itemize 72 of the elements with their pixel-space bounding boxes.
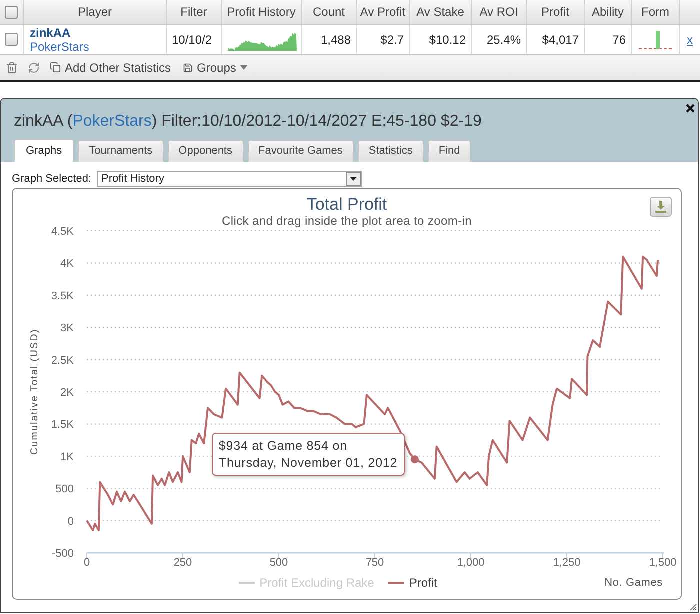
x-tick-label: 1,250 [553,557,581,569]
player-link[interactable]: zinkAA [30,26,71,40]
x-tick-label: 0 [84,557,90,569]
refresh-icon [28,62,40,74]
column-header[interactable]: Av Profit [360,3,406,21]
table-cell-text: $2.7 [380,32,404,48]
y-tick-label: -500 [52,548,74,560]
chart-title: Total Profit [306,195,388,215]
close-icon[interactable] [686,104,695,113]
column-header[interactable]: Count [312,3,346,21]
trash-icon [6,62,18,74]
caret-icon [240,65,248,70]
refresh-button[interactable] [28,62,40,74]
table-cell-text: $4,017 [542,32,579,48]
tab[interactable]: Opponents [168,140,244,162]
y-tick-label: 2K [60,387,74,399]
tooltip: $934 at Game 854 on Thursday, November 01, 2012 [212,432,405,476]
remove-link[interactable]: x [687,30,693,48]
x-tick-label: 1,500 [649,557,677,569]
y-tick-label: 0 [68,516,74,528]
chart-subtitle: Click and drag inside the plot area to zoom-in [222,215,472,227]
x-tick-label: 500 [270,557,288,569]
y-tick-label: 1K [60,451,74,464]
table-cell-text: 76 [612,32,626,48]
checkbox[interactable] [5,33,18,46]
column-header[interactable]: Form [642,3,670,21]
x-tick-label: 250 [174,557,192,569]
y-tick-label: 3.5K [51,290,74,302]
table-cell-text: $10.12 [429,32,466,48]
download-button[interactable] [650,197,672,217]
y-tick-label: 500 [56,484,74,496]
checkbox[interactable] [5,6,18,18]
y-tick-label: 2.5K [51,354,74,367]
tab[interactable]: Graphs [14,139,74,162]
y-tick-label: 3K [60,322,74,335]
y-tick-label: 1.5K [51,419,74,432]
point-marker-icon [410,456,419,464]
form-sparkline [638,31,672,50]
delete-button[interactable] [6,62,18,74]
table-cell-text: 10/10/2 [172,32,212,48]
y-tick-label: 4K [60,258,74,270]
site-link[interactable]: PokerStars [30,40,90,54]
column-header[interactable]: Filter [180,3,208,21]
download-icon [655,201,667,213]
column-header[interactable]: Profit History [227,3,296,21]
table-cell-text: 1,488 [320,32,351,48]
graph-select[interactable]: Profit History [96,171,362,187]
legend-line-icon [388,582,404,584]
table-cell-text: 25.4% [486,32,521,48]
y-axis-title: Cumulative Total (USD) [30,328,41,456]
tab[interactable]: Tournaments [78,140,164,162]
field-label: Graph Selected: [12,172,92,187]
add-statistics-button[interactable]: Add Other Statistics [50,58,172,76]
column-header[interactable]: Profit [541,3,570,21]
column-header[interactable]: Av Stake [416,3,464,21]
resize-grip-icon[interactable] [690,604,697,611]
column-header[interactable]: Ability [592,3,624,21]
dialog-title: zinkAA (PokerStars) Filter:10/10/2012-10/14/2027 E:45-180 $2-19 [14,112,483,132]
x-tick-label: 1,000 [457,557,485,569]
legend-item[interactable]: Profit [388,574,438,592]
tab[interactable]: Statistics [358,140,424,162]
copy-icon [50,62,61,73]
tab[interactable]: Favourite Games [248,140,354,162]
y-tick-label: 4.5K [51,226,74,238]
column-header[interactable]: Player [78,3,112,21]
tab[interactable]: Find [428,140,472,162]
column-header[interactable]: Av ROI [480,3,518,21]
legend-line-icon [238,582,255,584]
groups-button[interactable]: Groups [183,58,248,76]
profit-sparkline [226,32,296,51]
x-tick-label: 750 [366,557,384,569]
x-axis-title: No. Games [604,576,663,591]
